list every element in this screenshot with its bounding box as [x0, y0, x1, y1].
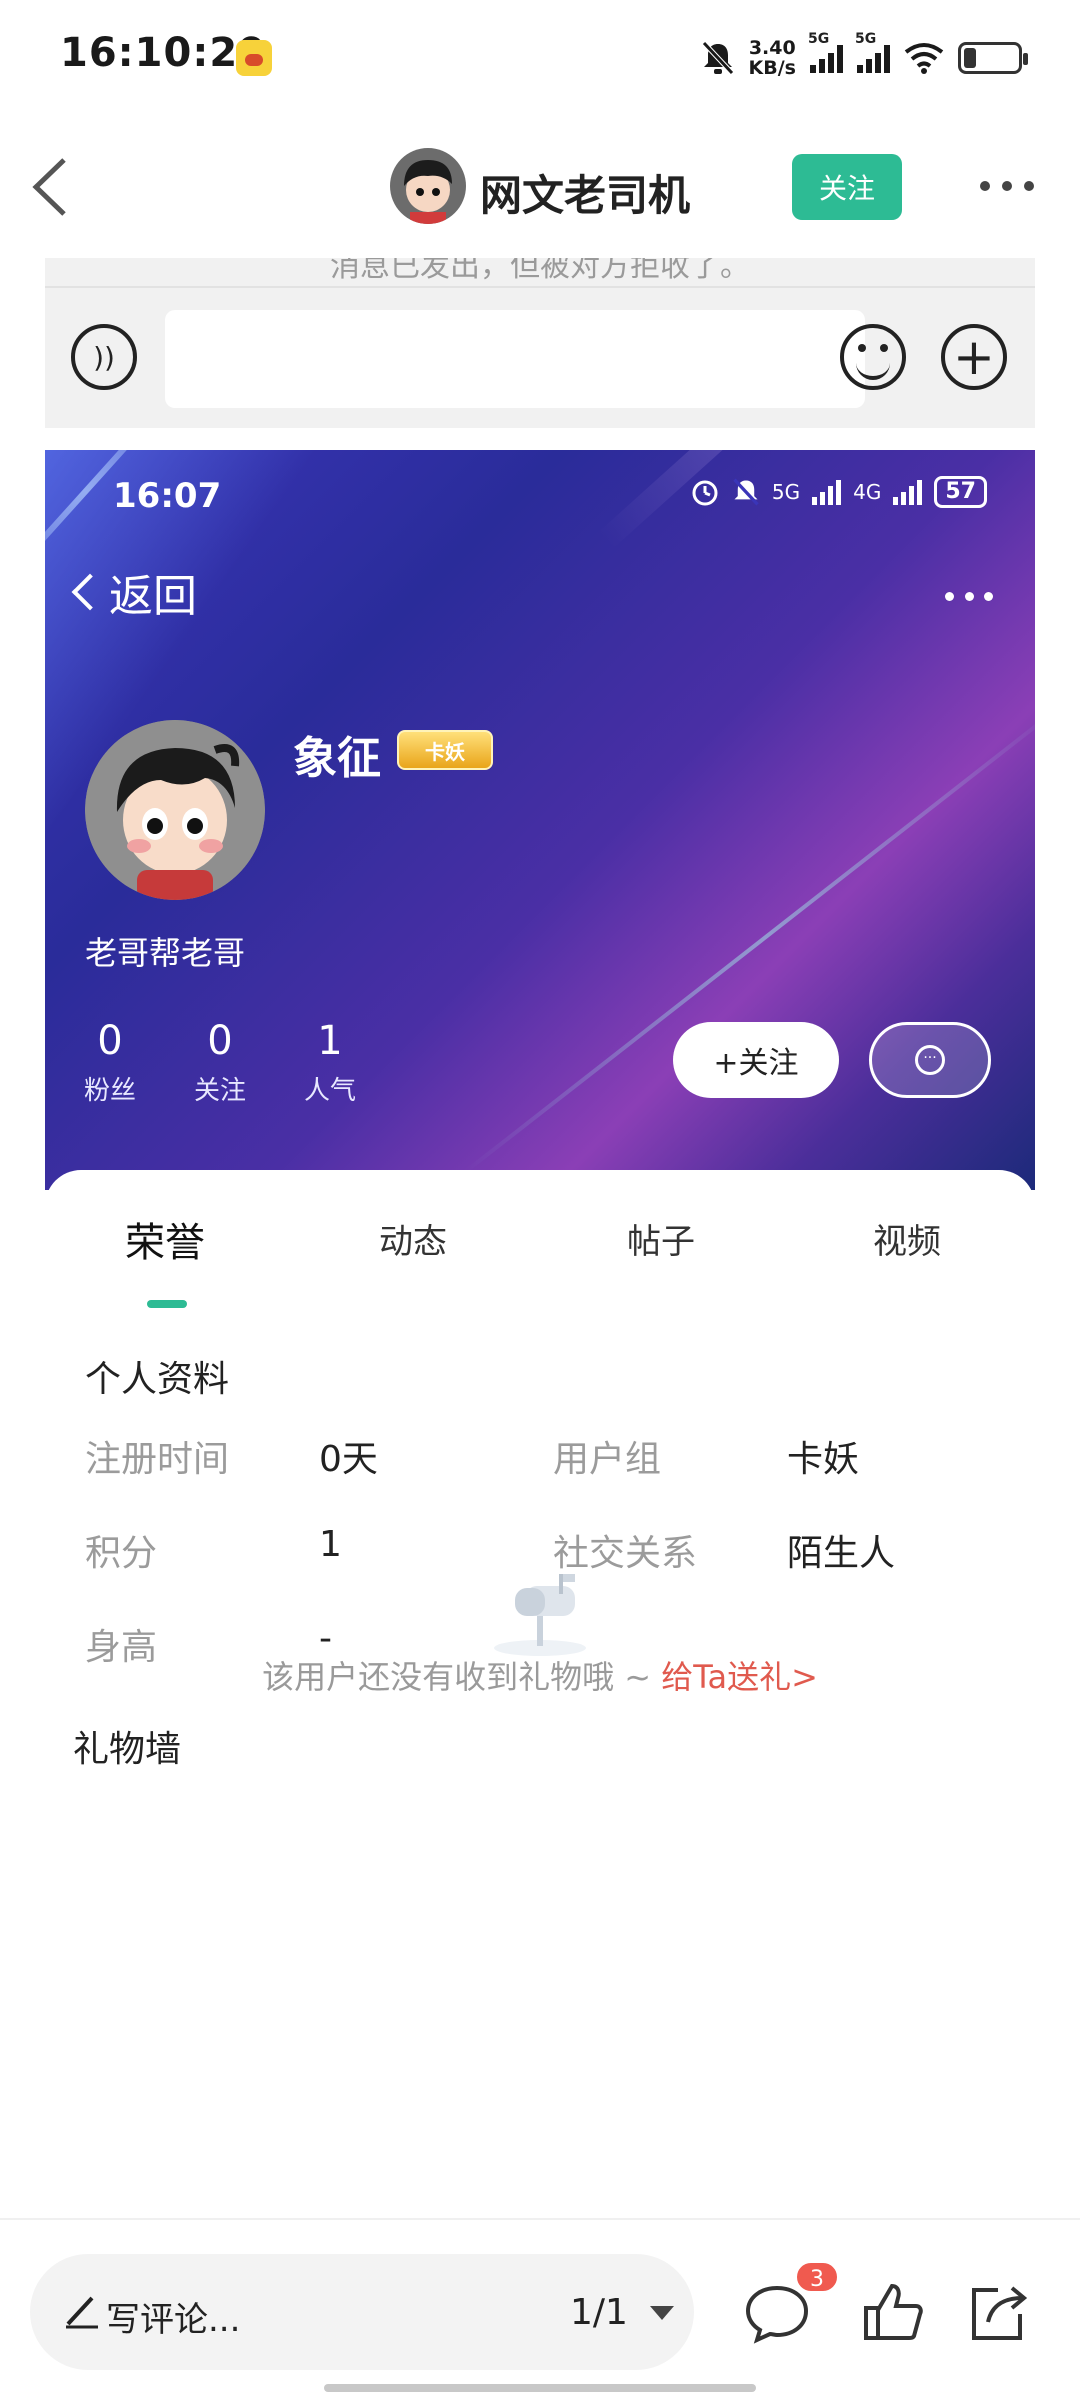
battery-level: 57 — [934, 476, 987, 508]
info-value: 0天 — [319, 1439, 378, 1480]
stat-popularity[interactable]: 1 人气 — [285, 1018, 375, 1107]
info-label: 注册时间 — [85, 1439, 230, 1480]
profile-panel: 荣誉 动态 帖子 视频 个人资料 注册时间 0天 用户组 卡妖 积分 1 社交关… — [45, 1170, 1035, 2230]
profile-signature: 老哥帮老哥 — [85, 934, 246, 972]
more-icon[interactable] — [980, 174, 1034, 198]
send-gift-link[interactable]: 给Ta送礼> — [661, 1658, 818, 1696]
signal-icon: 5G — [808, 31, 843, 73]
inner-status-time: 16:07 — [113, 476, 222, 516]
signal-icon-2 — [893, 479, 923, 505]
chat-bubble-icon: ··· — [915, 1045, 945, 1075]
dropdown-caret-icon[interactable] — [650, 2306, 674, 2320]
page-indicator[interactable]: 1/1 — [570, 2292, 628, 2333]
profile-avatar[interactable] — [85, 720, 265, 900]
page-title: 网文老司机 — [480, 171, 691, 220]
pen-icon — [66, 2296, 98, 2329]
info-value: 陌生人 — [787, 1533, 896, 1574]
message-button[interactable]: ··· — [869, 1022, 991, 1098]
signal-icon — [812, 479, 842, 505]
user-group-badge: 卡妖 — [397, 730, 493, 770]
embedded-screenshot[interactable]: 16:07 5G 4G 57 返回 象征 卡妖 老哥帮老哥 0 粉丝 0 关注 … — [45, 450, 1035, 2230]
stat-fans[interactable]: 0 粉丝 — [65, 1018, 155, 1107]
info-label: 积分 — [85, 1533, 158, 1574]
chat-notice: 消息已发出，但被对方拒收了。 — [330, 258, 750, 282]
tab-honor[interactable]: 荣誉 — [125, 1210, 205, 1268]
back-button[interactable]: 返回 — [71, 560, 197, 624]
tab-posts[interactable]: 帖子 — [627, 1214, 695, 1263]
profile-follow-button[interactable]: +关注 — [673, 1022, 839, 1098]
alarm-icon — [692, 480, 718, 506]
tab-indicator — [147, 1300, 187, 1308]
follow-button[interactable]: 关注 — [792, 154, 902, 220]
mute-bell-icon — [701, 41, 734, 75]
plus-icon: + — [941, 324, 1007, 390]
bottom-bar: 写评论... 1/1 3 — [0, 2218, 1080, 2400]
comment-count-badge: 3 — [794, 2260, 840, 2294]
empty-mailbox-icon — [494, 1574, 586, 1656]
more-icon[interactable] — [945, 592, 993, 604]
personal-info-title: 个人资料 — [85, 1359, 230, 1400]
mute-bell-icon — [733, 478, 759, 506]
header-avatar[interactable] — [390, 148, 466, 224]
chat-input — [165, 310, 865, 408]
divider — [45, 286, 1035, 288]
voice-icon: )) — [71, 324, 137, 390]
info-value: 1 — [319, 1524, 342, 1565]
battery-icon — [958, 42, 1028, 74]
app-notification-icon — [236, 40, 272, 76]
gift-wall-title: 礼物墙 — [73, 1729, 182, 1770]
thumbs-up-icon[interactable] — [858, 2278, 928, 2348]
home-indicator[interactable] — [324, 2384, 756, 2392]
profile-hero: 16:07 5G 4G 57 返回 象征 卡妖 老哥帮老哥 0 粉丝 0 关注 … — [45, 450, 1035, 1190]
info-label: 用户组 — [553, 1439, 662, 1480]
tab-videos[interactable]: 视频 — [873, 1214, 941, 1263]
profile-name: 象征 — [293, 733, 381, 784]
profile-tabs: 荣誉 动态 帖子 视频 — [45, 1210, 1035, 1308]
info-value: 卡妖 — [787, 1439, 860, 1480]
back-chevron-icon — [71, 573, 109, 611]
back-arrow-icon[interactable] — [26, 152, 86, 222]
comment-box[interactable]: 写评论... 1/1 — [30, 2254, 694, 2370]
inner-status-icons: 5G 4G 57 — [690, 476, 987, 508]
app-header: 网文老司机 关注 — [0, 112, 1080, 262]
chat-strip: 消息已发出，但被对方拒收了。 )) + — [45, 258, 1035, 428]
signal-icon-2: 5G — [855, 31, 890, 73]
gift-empty-text: 该用户还没有收到礼物哦 ~ 给Ta送礼> — [262, 1658, 818, 1696]
net-speed: 3.40 KB/s — [748, 37, 796, 79]
comment-placeholder: 写评论... — [106, 2300, 241, 2340]
tab-activity[interactable]: 动态 — [379, 1214, 447, 1263]
share-icon[interactable] — [962, 2278, 1032, 2348]
wifi-icon — [904, 43, 944, 74]
emoji-icon — [840, 324, 906, 390]
status-bar: 16:10:29 3.40 KB/s 5G 5G — [0, 0, 1080, 112]
status-icons: 3.40 KB/s 5G 5G — [701, 28, 1028, 88]
stat-following[interactable]: 0 关注 — [175, 1018, 265, 1107]
